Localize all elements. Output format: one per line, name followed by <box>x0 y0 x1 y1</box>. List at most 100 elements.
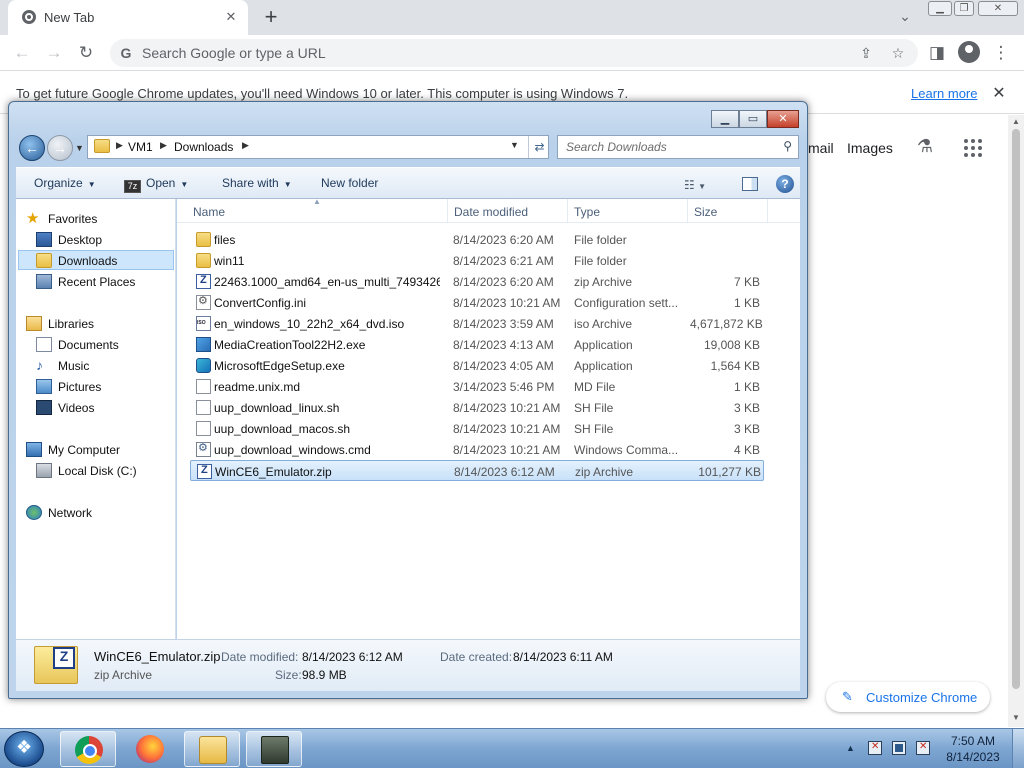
forward-button[interactable]: → <box>41 40 67 66</box>
explorer-address-bar[interactable]: ▶ VM1 ▶ Downloads ▶ ▼ ⇄ <box>87 135 549 159</box>
page-scrollbar[interactable]: ▲ ▼ <box>1008 115 1024 727</box>
learn-more-link[interactable]: Learn more <box>911 86 977 101</box>
nav-label: Favorites <box>48 212 98 226</box>
network-tray-icon[interactable] <box>892 741 906 755</box>
file-row[interactable]: files 8/14/2023 6:20 AM File folder <box>190 229 764 250</box>
google-apps-icon[interactable] <box>964 139 982 157</box>
images-link[interactable]: Images <box>847 140 893 156</box>
column-name[interactable]: Name <box>193 205 225 219</box>
scroll-up-arrow-icon[interactable]: ▲ <box>1011 117 1021 127</box>
address-dropdown-icon[interactable]: ▼ <box>510 140 519 150</box>
taskbar-firefox-button[interactable] <box>122 731 178 767</box>
file-row[interactable]: ConvertConfig.ini 8/14/2023 10:21 AM Confi… <box>190 292 764 313</box>
file-row[interactable]: WinCE6_Emulator.zip 8/14/2023 6:12 AM zip … <box>190 460 764 481</box>
start-button-windows-icon[interactable] <box>4 731 44 767</box>
breadcrumb-vm1[interactable]: VM1 <box>128 140 153 154</box>
scroll-down-arrow-icon[interactable]: ▼ <box>1011 713 1021 723</box>
infobar-close-icon[interactable]: ✕ <box>990 83 1008 102</box>
customize-chrome-button[interactable]: ✎ Customize Chrome <box>826 682 990 712</box>
breadcrumb-separator-icon[interactable]: ▶ <box>160 140 167 151</box>
explorer-back-button[interactable]: ← <box>19 135 45 161</box>
breadcrumb-separator-icon[interactable]: ▶ <box>242 140 249 151</box>
pencil-icon: ✎ <box>842 689 853 704</box>
column-size[interactable]: Size <box>694 205 717 219</box>
labs-flask-icon[interactable]: ⚗ <box>913 136 937 160</box>
file-row[interactable]: uup_download_windows.cmd 8/14/2023 10:21 … <box>190 439 764 460</box>
search-placeholder[interactable]: Search Downloads <box>566 140 667 154</box>
restore-button[interactable]: ❐ <box>954 1 974 16</box>
minimize-button[interactable]: ▁ <box>928 1 952 16</box>
file-row[interactable]: en_windows_10_22h2_x64_dvd.iso 8/14/2023 … <box>190 313 764 334</box>
file-date-modified: 3/14/2023 5:46 PM <box>453 380 555 394</box>
file-row[interactable]: MediaCreationTool22H2.exe 8/14/2023 4:13 … <box>190 334 764 355</box>
tab-new-tab[interactable]: New Tab ✕ <box>8 0 248 35</box>
file-date-modified: 8/14/2023 10:21 AM <box>453 422 561 436</box>
system-clock[interactable]: 7:50 AM 8/14/2023 <box>938 733 1008 765</box>
explorer-forward-button[interactable]: → <box>47 135 73 161</box>
file-row[interactable]: uup_download_macos.sh 8/14/2023 10:21 AM S… <box>190 418 764 439</box>
chrome-toolbar: ← → ↻ G Search Google or type a URL ⇪ ☆ … <box>0 35 1024 71</box>
share-with-button[interactable]: Share with ▼ <box>222 176 292 190</box>
chevron-down-icon: ▼ <box>283 180 292 189</box>
file-date-modified: 8/14/2023 4:05 AM <box>453 359 554 373</box>
column-divider[interactable] <box>687 199 688 223</box>
omnibox[interactable]: G Search Google or type a URL ⇪ ☆ <box>110 39 918 67</box>
explorer-search-input[interactable]: Search Downloads ⚲ <box>557 135 799 159</box>
column-divider[interactable] <box>567 199 568 223</box>
breadcrumb-downloads[interactable]: Downloads <box>174 140 233 154</box>
taskbar-chrome-button[interactable] <box>60 731 116 767</box>
document-icon <box>196 379 211 394</box>
file-type: Application <box>574 338 633 352</box>
file-size: 1 KB <box>733 296 760 310</box>
tab-close-icon[interactable]: ✕ <box>220 6 242 28</box>
show-hidden-icons-icon[interactable]: ▲ <box>846 743 855 753</box>
column-divider[interactable] <box>767 199 768 223</box>
help-icon[interactable]: ? <box>776 175 794 193</box>
explorer-minimize-button[interactable]: ▁ <box>711 110 739 128</box>
side-panel-icon[interactable]: ◨ <box>924 40 950 66</box>
taskbar-emulator-button[interactable] <box>246 731 302 767</box>
gmail-link[interactable]: mail <box>808 140 834 156</box>
file-row[interactable]: MicrosoftEdgeSetup.exe 8/14/2023 4:05 AM A… <box>190 355 764 376</box>
column-date-modified[interactable]: Date modified <box>454 205 528 219</box>
file-size: 19,008 KB <box>703 338 760 352</box>
search-icon[interactable]: ⚲ <box>783 139 792 153</box>
file-type: MD File <box>574 380 616 394</box>
reload-button[interactable]: ↻ <box>73 40 99 66</box>
share-icon[interactable]: ⇪ <box>856 43 876 63</box>
open-button[interactable]: 7z Open ▼ <box>124 176 188 193</box>
column-type[interactable]: Type <box>574 205 600 219</box>
new-folder-button[interactable]: New folder <box>321 176 378 190</box>
bookmark-star-icon[interactable]: ☆ <box>888 43 908 63</box>
file-row[interactable]: win11 8/14/2023 6:21 AM File folder <box>190 250 764 271</box>
back-button[interactable]: ← <box>9 40 35 66</box>
explorer-maximize-button[interactable]: ▭ <box>739 110 767 128</box>
local-disk-icon <box>36 463 52 478</box>
file-row[interactable]: uup_download_linux.sh 8/14/2023 10:21 AM S… <box>190 397 764 418</box>
chrome-menu-icon[interactable]: ⋮ <box>988 40 1014 66</box>
close-window-button[interactable]: ✕ <box>978 1 1018 16</box>
new-tab-button[interactable]: + <box>258 4 284 30</box>
file-type: File folder <box>574 233 627 247</box>
action-center-flag-icon[interactable] <box>868 741 882 755</box>
breadcrumb-separator-icon[interactable]: ▶ <box>116 140 123 151</box>
organize-button[interactable]: Organize ▼ <box>34 176 96 190</box>
file-row[interactable]: readme.unix.md 3/14/2023 5:46 PM MD File 1 … <box>190 376 764 397</box>
tab-search-chevron-icon[interactable]: ⌄ <box>896 8 914 26</box>
taskbar-explorer-button[interactable] <box>184 731 240 767</box>
change-view-icon[interactable]: ☷ ▼ <box>684 178 706 192</box>
nav-label: Downloads <box>58 254 118 268</box>
page-scroll-thumb[interactable] <box>1012 129 1020 689</box>
file-type: iso Archive <box>574 317 633 331</box>
nav-downloads[interactable]: Downloads <box>18 250 174 270</box>
refresh-icon[interactable]: ⇄ <box>528 136 550 158</box>
volume-muted-icon[interactable] <box>916 741 930 755</box>
recent-pages-chevron-icon[interactable]: ▼ <box>75 143 84 153</box>
file-row[interactable]: 22463.1000_amd64_en-us_multi_7493426... 8… <box>190 271 764 292</box>
profile-avatar-icon[interactable] <box>958 41 980 63</box>
explorer-close-button[interactable]: ✕ <box>767 110 799 128</box>
omnibox-placeholder[interactable]: Search Google or type a URL <box>142 45 326 61</box>
show-desktop-button[interactable] <box>1012 729 1024 768</box>
column-divider[interactable] <box>447 199 448 223</box>
preview-pane-icon[interactable] <box>742 177 758 191</box>
